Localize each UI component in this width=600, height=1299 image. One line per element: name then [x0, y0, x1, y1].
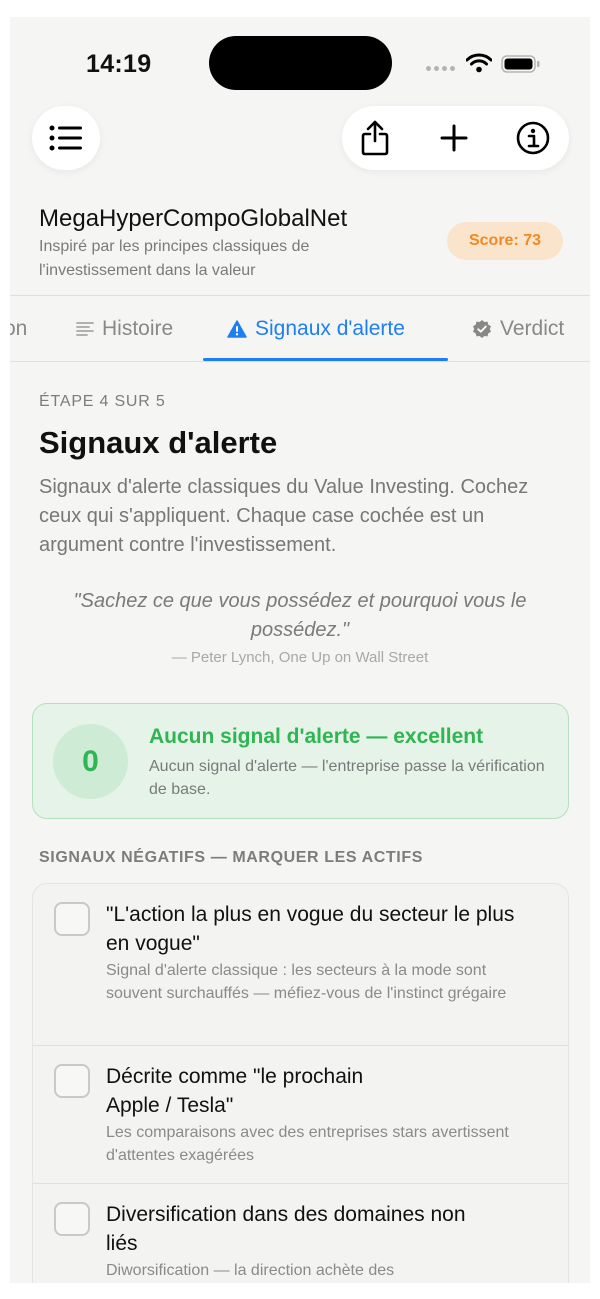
add-button[interactable]	[424, 106, 484, 170]
checkbox[interactable]	[54, 1202, 90, 1236]
score-badge: Score: 73	[447, 222, 563, 260]
quote-text: "Sachez ce que vous possédez et pourquoi…	[73, 590, 527, 641]
summary-title: Aucun signal d'alerte — excellent	[149, 725, 484, 748]
list-item-description: Signal d'alerte classique : les secteurs…	[106, 962, 507, 1002]
section-tabs: on Histoire Signaux d'alerte Verdict	[10, 295, 590, 362]
list-item-description: Les comparaisons avec des entreprises st…	[106, 1124, 509, 1164]
cellular-signal-icon	[426, 66, 455, 71]
red-flag-checklist: "L'action la plus en vogue du secteur le…	[32, 883, 569, 1283]
section-description: Signaux d'alerte classiques du Value Inv…	[39, 476, 529, 556]
tab-previous[interactable]: on	[10, 296, 27, 362]
tab-label: Histoire	[102, 317, 174, 340]
tab-verdict[interactable]: Verdict	[472, 296, 564, 362]
red-flags-heading: SIGNAUX NÉGATIFS — MARQUER LES ACTIFS	[39, 849, 423, 866]
list-item-title: "L'action la plus en vogue du secteur le…	[106, 903, 515, 955]
checkbox[interactable]	[54, 1064, 90, 1098]
red-flag-count: 0	[53, 724, 128, 799]
plus-icon	[440, 124, 468, 152]
app-screen: 14:19 MegaHyperCompoGlobalNet Inspiré pa…	[10, 17, 590, 1283]
info-button[interactable]	[503, 106, 563, 170]
action-toolbar	[342, 106, 569, 170]
warning-icon	[227, 320, 247, 338]
quote-attribution: — Peter Lynch, One Up on Wall Street	[171, 649, 429, 666]
wifi-icon	[466, 53, 492, 73]
list-item[interactable]: Diversification dans des domaines non li…	[33, 1184, 568, 1283]
list-item-title: Diversification dans des domaines non li…	[106, 1203, 466, 1255]
tab-signaux-alerte[interactable]: Signaux d'alerte	[227, 296, 405, 362]
menu-button[interactable]	[32, 106, 100, 170]
dynamic-island	[209, 36, 392, 90]
page-title: Signaux d'alerte	[39, 425, 278, 460]
share-icon	[361, 120, 389, 156]
step-indicator: ÉTAPE 4 SUR 5	[39, 393, 166, 410]
red-flag-summary-card: 0 Aucun signal d'alerte — excellent Aucu…	[32, 703, 569, 819]
status-time: 14:19	[86, 50, 152, 78]
battery-icon	[501, 55, 540, 73]
text-lines-icon	[76, 322, 94, 336]
summary-text: Aucun signal d'alerte — l'entreprise pas…	[149, 758, 545, 798]
tab-label: Verdict	[500, 317, 565, 340]
info-icon	[516, 121, 550, 155]
list-item-title: Décrite comme "le prochain Apple / Tesla…	[106, 1065, 364, 1117]
tab-label: on	[10, 317, 28, 340]
active-tab-indicator	[203, 358, 448, 361]
tab-histoire[interactable]: Histoire	[76, 296, 173, 362]
company-subtitle: Inspiré par les principes classiques de …	[39, 238, 310, 279]
share-button[interactable]	[345, 106, 405, 170]
list-icon	[49, 125, 82, 151]
verified-badge-icon	[473, 320, 491, 338]
list-item[interactable]: Décrite comme "le prochain Apple / Tesla…	[33, 1046, 568, 1184]
checkbox[interactable]	[54, 902, 90, 936]
list-item-description: Diworsification — la direction achète de…	[106, 1262, 395, 1279]
company-name: MegaHyperCompoGlobalNet	[39, 205, 348, 232]
list-item[interactable]: "L'action la plus en vogue du secteur le…	[33, 884, 568, 1046]
tab-label: Signaux d'alerte	[255, 317, 405, 340]
